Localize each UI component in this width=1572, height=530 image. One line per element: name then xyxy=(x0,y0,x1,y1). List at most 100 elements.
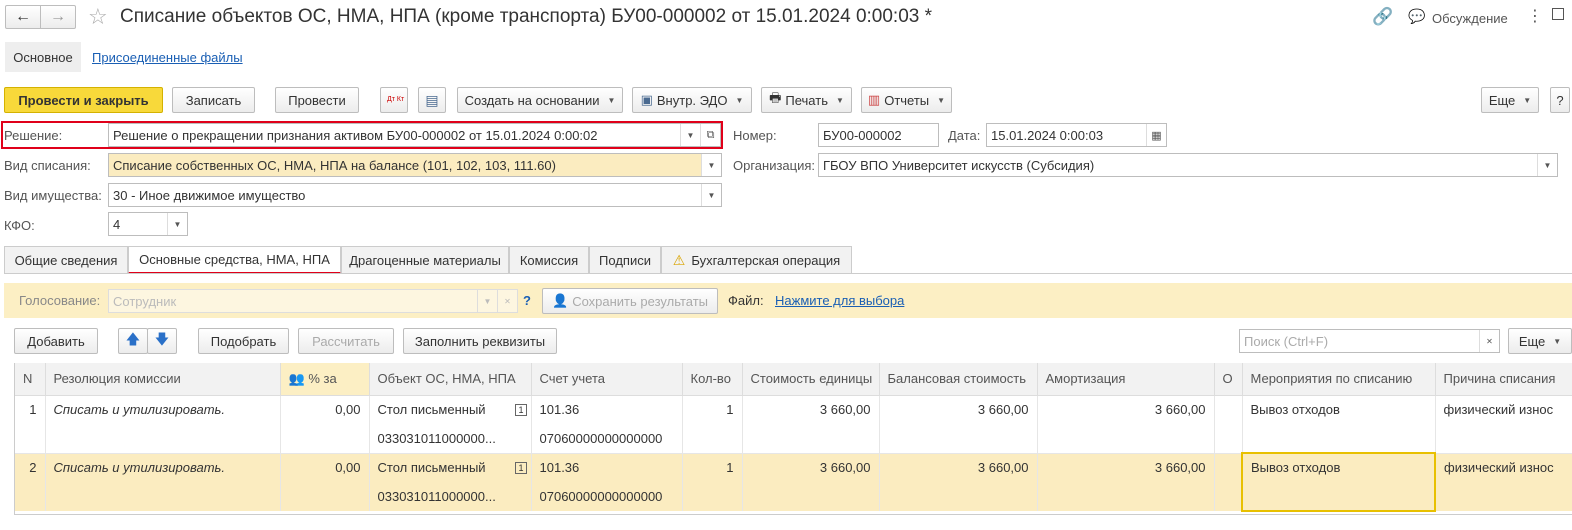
fill-button[interactable]: Заполнить реквизиты xyxy=(403,328,557,354)
cell-event-active[interactable]: Вывоз отходов xyxy=(1241,452,1436,512)
edo-button[interactable]: ▣ Внутр. ЭДО ▼ xyxy=(632,87,752,113)
col-reason[interactable]: Причина списания xyxy=(1435,363,1572,396)
cell-qty[interactable]: 1 xyxy=(682,453,743,482)
col-resolution[interactable]: Резолюция комиссии xyxy=(45,363,281,396)
table-row[interactable]: 2 Списать и утилизировать. 0,00 Стол пис… xyxy=(15,452,1572,512)
cell-balance[interactable]: 3 660,00 xyxy=(879,453,1038,482)
clear-icon[interactable]: ✕ xyxy=(1479,330,1499,352)
cell-object-code[interactable]: 033031011000000... xyxy=(369,424,532,453)
tab-accounting[interactable]: ⚠ Бухгалтерская операция xyxy=(661,246,852,273)
discussion-icon[interactable]: 💬 xyxy=(1408,8,1425,25)
more-button[interactable]: Еще ▼ xyxy=(1481,87,1539,113)
chevron-down-icon[interactable]: ▼ xyxy=(477,290,497,312)
forward-button[interactable]: → xyxy=(40,5,76,29)
property-type-field[interactable]: 30 - Иное движимое имущество ▼ xyxy=(108,183,722,207)
create-based-button[interactable]: Создать на основании ▼ xyxy=(457,87,623,113)
save-button[interactable]: Записать xyxy=(172,87,255,113)
cell-empty xyxy=(879,424,1038,453)
star-icon[interactable]: ☆ xyxy=(88,4,108,30)
cell-event[interactable]: Вывоз отходов xyxy=(1242,395,1436,424)
cell-unit-cost[interactable]: 3 660,00 xyxy=(742,395,880,424)
cell-unit-cost[interactable]: 3 660,00 xyxy=(742,453,880,482)
move-up-button[interactable]: 🡅 xyxy=(118,328,148,354)
col-qty[interactable]: Кол-во xyxy=(682,363,743,396)
clear-icon[interactable]: ✕ xyxy=(497,290,517,312)
table-row[interactable]: 1 Списать и утилизировать. 0,00 Стол пис… xyxy=(15,395,1572,424)
cell-balance[interactable]: 3 660,00 xyxy=(879,395,1038,424)
col-object[interactable]: Объект ОС, НМА, НПА xyxy=(369,363,532,396)
cell-resolution[interactable]: Списать и утилизировать. xyxy=(45,395,281,424)
cell-account[interactable]: 101.36 xyxy=(531,453,683,482)
tab-fixed-assets[interactable]: Основные средства, НМА, НПА xyxy=(128,246,341,274)
chevron-down-icon[interactable]: ▼ xyxy=(701,154,721,176)
tab-general[interactable]: Общие сведения xyxy=(4,246,128,273)
calculate-button[interactable]: Рассчитать xyxy=(298,328,394,354)
add-button[interactable]: Добавить xyxy=(14,328,98,354)
col-balance[interactable]: Балансовая стоимость xyxy=(879,363,1038,396)
help-button[interactable]: ? xyxy=(1550,87,1570,113)
cell-n[interactable]: 2 xyxy=(15,453,46,482)
cell-pct[interactable]: 0,00 xyxy=(280,453,370,482)
pick-button[interactable]: Подобрать xyxy=(198,328,289,354)
print-button[interactable]: 🖶 Печать ▼ xyxy=(761,87,852,113)
kfo-field[interactable]: 4 ▼ xyxy=(108,212,188,236)
post-button[interactable]: Провести xyxy=(275,87,359,113)
cell-account[interactable]: 101.36 xyxy=(531,395,683,424)
cell-pct[interactable]: 0,00 xyxy=(280,395,370,424)
cell-object[interactable]: Стол письменный 1 xyxy=(369,395,532,424)
col-event[interactable]: Мероприятия по списанию xyxy=(1242,363,1436,396)
cell-account-code[interactable]: 07060000000000000 xyxy=(531,482,683,511)
number-field[interactable]: БУ00-000002 xyxy=(818,123,939,147)
date-field[interactable]: 15.01.2024 0:00:03 ▦ xyxy=(986,123,1167,147)
discussion-link[interactable]: Обсуждение xyxy=(1432,11,1508,26)
nav-tab-main[interactable]: Основное xyxy=(5,42,81,72)
cell-o[interactable] xyxy=(1214,395,1243,424)
col-pct[interactable]: 👥 % за xyxy=(280,363,370,396)
cell-reason[interactable]: физический износ xyxy=(1435,395,1572,424)
table-row-sub[interactable]: 033031011000000... 07060000000000000 xyxy=(15,424,1572,453)
nav-tab-files[interactable]: Присоединенные файлы xyxy=(92,50,243,65)
open-icon[interactable]: ⧉ xyxy=(700,124,720,146)
calendar-icon[interactable]: ▦ xyxy=(1146,124,1166,146)
col-unit-cost[interactable]: Стоимость единицы xyxy=(742,363,880,396)
link-icon[interactable]: 🔗 xyxy=(1372,7,1393,27)
cell-qty[interactable]: 1 xyxy=(682,395,743,424)
chevron-down-icon[interactable]: ▼ xyxy=(1537,154,1557,176)
cell-amort[interactable]: 3 660,00 xyxy=(1037,395,1215,424)
search-input[interactable]: Поиск (Ctrl+F) ✕ xyxy=(1239,329,1500,353)
voting-field[interactable]: Сотрудник ▼ ✕ xyxy=(108,289,518,313)
journal-button[interactable]: ▤ xyxy=(418,87,446,113)
write-off-type-field[interactable]: Списание собственных ОС, НМА, НПА на бал… xyxy=(108,153,722,177)
chevron-down-icon[interactable]: ▼ xyxy=(167,213,187,235)
chevron-down-icon[interactable]: ▼ xyxy=(680,124,700,146)
cell-o[interactable] xyxy=(1214,453,1243,482)
cell-object[interactable]: Стол письменный 1 xyxy=(369,453,532,482)
save-results-button[interactable]: 👤 Сохранить результаты xyxy=(542,288,718,314)
cell-object-code[interactable]: 033031011000000... xyxy=(369,482,532,511)
chevron-down-icon[interactable]: ▼ xyxy=(701,184,721,206)
back-button[interactable]: ← xyxy=(5,5,41,29)
tab-signatures[interactable]: Подписи xyxy=(589,246,661,273)
table-more-button[interactable]: Еще ▼ xyxy=(1508,328,1572,354)
move-down-button[interactable]: 🡇 xyxy=(147,328,177,354)
col-n[interactable]: N xyxy=(15,363,46,396)
decision-field[interactable]: Решение о прекращении признания активом … xyxy=(108,123,721,147)
cell-amort[interactable]: 3 660,00 xyxy=(1037,453,1215,482)
voting-help[interactable]: ? xyxy=(523,293,531,308)
dtkt-button[interactable]: Дт Кт xyxy=(380,87,408,113)
col-account[interactable]: Счет учета xyxy=(531,363,683,396)
col-o[interactable]: О xyxy=(1214,363,1243,396)
cell-account-code[interactable]: 07060000000000000 xyxy=(531,424,683,453)
tab-commission[interactable]: Комиссия xyxy=(509,246,589,273)
cell-resolution[interactable]: Списать и утилизировать. xyxy=(45,453,281,482)
tab-precious[interactable]: Драгоценные материалы xyxy=(341,246,509,273)
file-link[interactable]: Нажмите для выбора xyxy=(775,293,904,308)
cell-reason[interactable]: физический износ xyxy=(1435,453,1572,482)
maximize-icon[interactable] xyxy=(1552,8,1564,20)
reports-button[interactable]: ▥ Отчеты ▼ xyxy=(861,87,952,113)
menu-icon[interactable]: ⋮ xyxy=(1527,6,1543,26)
cell-n[interactable]: 1 xyxy=(15,395,46,424)
post-and-close-button[interactable]: Провести и закрыть xyxy=(4,87,163,113)
col-amort[interactable]: Амортизация xyxy=(1037,363,1215,396)
org-field[interactable]: ГБОУ ВПО Университет искусств (Субсидия)… xyxy=(818,153,1558,177)
